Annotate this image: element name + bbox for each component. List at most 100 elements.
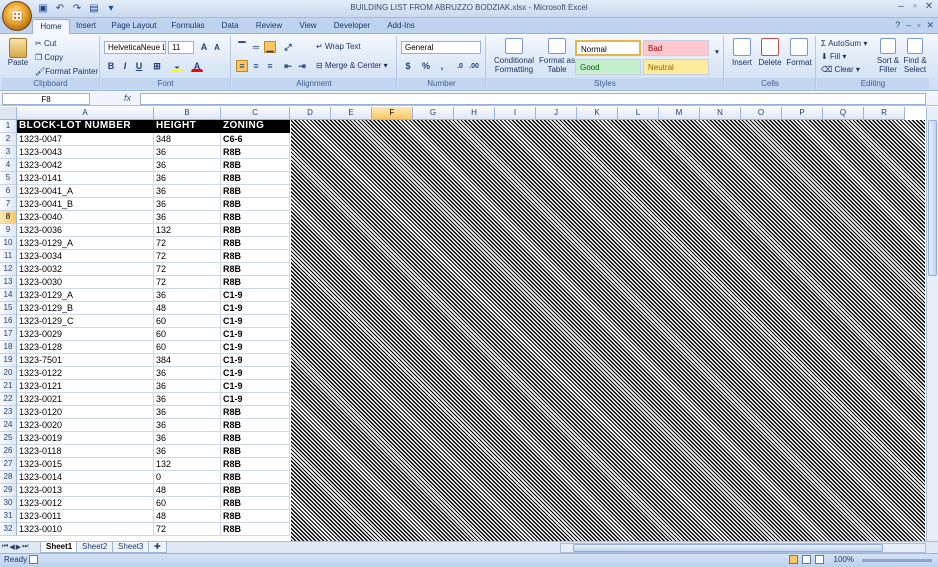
row-header[interactable]: 6 bbox=[0, 185, 17, 198]
cell-zoning[interactable]: R8B bbox=[221, 263, 290, 276]
cell-height[interactable]: 36 bbox=[154, 172, 221, 185]
style-neutral[interactable]: Neutral bbox=[643, 59, 709, 75]
cell-block-lot[interactable]: 1323-0118 bbox=[17, 445, 154, 458]
cell-block-lot[interactable]: 1323-0129_B bbox=[17, 302, 154, 315]
bold-button[interactable]: B bbox=[105, 60, 117, 72]
page-break-view-icon[interactable] bbox=[815, 555, 824, 565]
doc-minimize-icon[interactable]: – bbox=[906, 20, 911, 31]
cell-block-lot[interactable]: 1323-0043 bbox=[17, 146, 154, 159]
cell-zoning[interactable]: C1-9 bbox=[221, 367, 290, 380]
styles-more-icon[interactable]: ▾ bbox=[711, 46, 723, 58]
cell-zoning[interactable]: R8B bbox=[221, 497, 290, 510]
row-header[interactable]: 8 bbox=[0, 211, 17, 224]
tab-data[interactable]: Data bbox=[214, 19, 246, 34]
column-header-m[interactable]: M bbox=[659, 107, 700, 120]
header-cell-height[interactable]: HEIGHT bbox=[154, 120, 221, 133]
vertical-scroll-thumb[interactable] bbox=[928, 120, 937, 276]
cell-zoning[interactable]: R8B bbox=[221, 471, 290, 484]
delete-cells-button[interactable]: Delete bbox=[756, 38, 784, 67]
italic-button[interactable]: I bbox=[119, 60, 131, 72]
cell-block-lot[interactable]: 1323-0014 bbox=[17, 471, 154, 484]
borders-icon[interactable]: ⊞ bbox=[151, 60, 163, 72]
cell-zoning[interactable]: R8B bbox=[221, 250, 290, 263]
cell-block-lot[interactable]: 1323-0047 bbox=[17, 133, 154, 146]
cell-zoning[interactable]: C1-9 bbox=[221, 302, 290, 315]
cell-height[interactable]: 36 bbox=[154, 406, 221, 419]
cell-zoning[interactable]: R8B bbox=[221, 419, 290, 432]
vertical-scrollbar[interactable] bbox=[926, 107, 938, 541]
sheet-tab-sheet3[interactable]: Sheet3 bbox=[112, 542, 150, 553]
last-sheet-icon[interactable]: ⏭ bbox=[22, 543, 28, 551]
row-header[interactable]: 20 bbox=[0, 367, 17, 380]
cell-height[interactable]: 36 bbox=[154, 185, 221, 198]
sort-filter-button[interactable]: Sort & Filter bbox=[875, 38, 901, 74]
cell-block-lot[interactable]: 1323-0042 bbox=[17, 159, 154, 172]
insert-cells-button[interactable]: Insert bbox=[728, 38, 756, 67]
cell-height[interactable]: 36 bbox=[154, 367, 221, 380]
row-header[interactable]: 18 bbox=[0, 341, 17, 354]
row-header[interactable]: 32 bbox=[0, 523, 17, 536]
select-all-corner[interactable] bbox=[0, 107, 17, 120]
zoom-level[interactable]: 100% bbox=[834, 555, 854, 564]
column-header-d[interactable]: D bbox=[290, 107, 331, 120]
column-header-o[interactable]: O bbox=[741, 107, 782, 120]
close-icon[interactable]: ✕ bbox=[924, 1, 934, 12]
cell-zoning[interactable]: R8B bbox=[221, 484, 290, 497]
cell-height[interactable]: 36 bbox=[154, 159, 221, 172]
sheet-tab-sheet1[interactable]: Sheet1 bbox=[40, 542, 79, 553]
cell-block-lot[interactable]: 1323-0019 bbox=[17, 432, 154, 445]
cell-block-lot[interactable]: 1323-0041_B bbox=[17, 198, 154, 211]
column-header-q[interactable]: Q bbox=[823, 107, 864, 120]
tab-review[interactable]: Review bbox=[250, 19, 288, 34]
cell-block-lot[interactable]: 1323-0020 bbox=[17, 419, 154, 432]
row-header[interactable]: 21 bbox=[0, 380, 17, 393]
row-header[interactable]: 5 bbox=[0, 172, 17, 185]
row-header[interactable]: 16 bbox=[0, 315, 17, 328]
cell-block-lot[interactable]: 1323-0128 bbox=[17, 341, 154, 354]
increase-decimal-icon[interactable]: .0 bbox=[454, 60, 466, 72]
row-header[interactable]: 9 bbox=[0, 224, 17, 237]
cell-height[interactable]: 60 bbox=[154, 341, 221, 354]
cell-zoning[interactable]: C1-9 bbox=[221, 315, 290, 328]
page-layout-view-icon[interactable] bbox=[801, 555, 811, 565]
conditional-formatting-button[interactable]: Conditional Formatting bbox=[489, 38, 539, 74]
name-box[interactable]: F8 bbox=[2, 93, 90, 105]
underline-button[interactable]: U bbox=[133, 60, 145, 72]
cell-block-lot[interactable]: 1323-0122 bbox=[17, 367, 154, 380]
row-header[interactable]: 31 bbox=[0, 510, 17, 523]
cell-height[interactable]: 36 bbox=[154, 432, 221, 445]
row-header[interactable]: 3 bbox=[0, 146, 17, 159]
comma-button[interactable]: , bbox=[436, 60, 448, 72]
cell-zoning[interactable]: R8B bbox=[221, 146, 290, 159]
cell-zoning[interactable]: C1-9 bbox=[221, 328, 290, 341]
cell-height[interactable]: 132 bbox=[154, 224, 221, 237]
horizontal-scroll-thumb[interactable] bbox=[573, 544, 883, 552]
row-header[interactable]: 27 bbox=[0, 458, 17, 471]
cell-height[interactable]: 72 bbox=[154, 263, 221, 276]
row-header[interactable]: 17 bbox=[0, 328, 17, 341]
tab-page-layout[interactable]: Page Layout bbox=[106, 19, 162, 34]
cell-height[interactable]: 72 bbox=[154, 523, 221, 536]
currency-button[interactable]: $ bbox=[402, 60, 414, 72]
macro-record-icon[interactable] bbox=[29, 555, 39, 565]
cell-zoning[interactable]: R8B bbox=[221, 276, 290, 289]
row-header[interactable]: 25 bbox=[0, 432, 17, 445]
cell-zoning[interactable]: R8B bbox=[221, 523, 290, 536]
office-button[interactable]: ⊞ bbox=[2, 1, 32, 31]
format-as-table-button[interactable]: Format as Table bbox=[539, 38, 575, 74]
horizontal-scrollbar[interactable] bbox=[560, 543, 926, 553]
cell-zoning[interactable]: C1-9 bbox=[221, 289, 290, 302]
tab-view[interactable]: View bbox=[292, 19, 324, 34]
header-cell-block-lot[interactable]: BLOCK-LOT NUMBER bbox=[17, 120, 154, 133]
sheet-tab-sheet2[interactable]: Sheet2 bbox=[76, 542, 114, 553]
cell-zoning[interactable]: R8B bbox=[221, 510, 290, 523]
align-middle-icon[interactable]: ═ bbox=[250, 41, 262, 53]
cell-block-lot[interactable]: 1323-0032 bbox=[17, 263, 154, 276]
number-format-combo[interactable]: General bbox=[401, 41, 481, 54]
format-painter-button[interactable]: 🖌Format Painter bbox=[35, 67, 98, 76]
style-normal[interactable]: Normal bbox=[575, 40, 641, 56]
cell-height[interactable]: 60 bbox=[154, 328, 221, 341]
merge-center-button[interactable]: ⊟ Merge & Center ▾ bbox=[316, 61, 388, 70]
cell-block-lot[interactable]: 1323-0129_C bbox=[17, 315, 154, 328]
align-left-icon[interactable]: ≡ bbox=[236, 60, 248, 72]
